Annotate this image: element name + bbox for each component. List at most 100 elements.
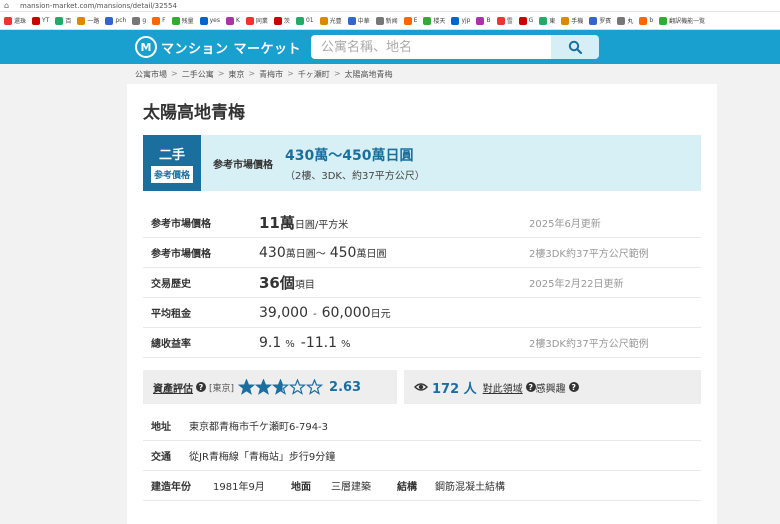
bookmark-item[interactable]: 罗賓 [589, 16, 611, 25]
breadcrumb-item[interactable]: 青梅市 [259, 69, 283, 80]
rating-stars [238, 379, 324, 395]
star-icon [272, 379, 290, 395]
bookmark-favicon-icon [319, 16, 328, 25]
bookmark-favicon-icon [245, 16, 254, 25]
bookmark-item[interactable]: B [476, 16, 491, 25]
bookmark-item[interactable]: pch [105, 16, 126, 25]
bookmark-item[interactable]: 残量 [171, 16, 194, 25]
site-logo[interactable]: M マンション マーケット [135, 36, 301, 58]
bookmark-favicon-icon [451, 16, 460, 25]
bookmark-item[interactable]: b [639, 16, 654, 25]
bookmark-favicon-icon [77, 16, 86, 25]
floors-value: 三層建築 [331, 482, 371, 493]
row-label: 總收益率 [151, 339, 191, 350]
bookmark-label: b [649, 17, 654, 24]
help-icon[interactable]: ? [196, 382, 206, 392]
bookmark-favicon-icon [32, 16, 41, 25]
home-icon[interactable]: ⌂ [4, 1, 14, 10]
views-count: 172 人 [432, 381, 477, 397]
breadcrumb-item[interactable]: 千ヶ瀬町 [298, 69, 330, 80]
bookmark-item[interactable]: 一路 [77, 16, 99, 25]
row-value: 36個 項目 [259, 274, 315, 292]
tag-reference: 参考價格 [150, 165, 193, 183]
bookmark-favicon-icon [4, 16, 12, 25]
bookmark-label: 残量 [181, 18, 194, 25]
address-value: 東京都青梅市千ケ瀬町6-794-3 [189, 422, 329, 433]
rating-region: [東京] [209, 383, 235, 394]
bookmark-label: YT [42, 17, 50, 24]
asset-rating: 資產評估 ? [東京] 2.63 [143, 370, 397, 404]
bookmark-favicon-icon [152, 16, 161, 25]
structure-label: 結構 [397, 482, 417, 493]
browser-address-bar[interactable]: ⌂ mansion-market.com/mansions/detail/325… [0, 0, 780, 12]
bookmark-item[interactable]: 百 [55, 16, 71, 25]
bookmark-item[interactable]: 新闻 [375, 16, 398, 25]
bookmark-label: G [528, 17, 534, 24]
logo-icon: M [135, 36, 157, 58]
bookmark-item[interactable]: K [225, 16, 240, 25]
bookmark-item[interactable]: 光豊 [319, 16, 342, 25]
table-row: 参考市場價格 11萬 日圓/平方米 2025年6月更新 [143, 208, 701, 238]
bookmark-label: 雪 [506, 18, 513, 25]
bookmark-item[interactable]: yes [199, 16, 220, 25]
help-icon[interactable]: ? [568, 382, 579, 392]
bookmark-item[interactable]: 同業 [245, 16, 268, 25]
page-title: 太陽高地青梅 [143, 103, 245, 123]
address-label: 地址 [151, 422, 171, 433]
bookmark-item[interactable]: 中華 [347, 16, 370, 25]
bookmark-item[interactable]: yjp [451, 16, 471, 25]
bookmark-item[interactable]: 雪 [496, 16, 513, 25]
table-row: 平均租金 39,000 - 60,000 日元 [143, 298, 701, 328]
breadcrumb-item[interactable]: 二手公寓 [182, 69, 214, 80]
bookmark-favicon-icon [347, 16, 356, 25]
bookmark-item[interactable]: 01 [295, 16, 314, 25]
help-icon[interactable]: ? [525, 382, 536, 392]
bookmark-item[interactable]: G [518, 16, 534, 25]
bookmark-item[interactable]: 翻訳機能一覧 [659, 16, 705, 25]
table-row: 参考市場價格 430 萬日圓～ 450 萬日圓 2樓3DK約37平方公尺範例 [143, 238, 701, 268]
floors-label: 地面 [291, 482, 311, 493]
price-table: 参考市場價格 11萬 日圓/平方米 2025年6月更新 参考市場價格 430 萬… [143, 208, 701, 358]
access-value: 從JR青梅線「青梅站」步行9分鐘 [189, 452, 336, 463]
views-area-link[interactable]: 對此領域 [483, 380, 523, 395]
built-label: 建造年份 [151, 482, 191, 493]
banner-price: 430萬～450萬日圓 [285, 147, 414, 164]
row-note: 2025年6月更新 [529, 219, 601, 230]
views-box: 172 人 對此領域 ? 感興趣 ? [404, 370, 701, 404]
bookmark-favicon-icon [539, 16, 548, 25]
bookmark-label: yjp [461, 17, 471, 24]
tag-type: 二手 [158, 147, 185, 163]
bookmark-item[interactable]: 丸 [617, 16, 633, 25]
breadcrumb-item[interactable]: 公寓市場 [135, 69, 167, 80]
row-label: 平均租金 [151, 309, 191, 320]
rating-link[interactable]: 資產評估 [153, 380, 193, 395]
bookmark-item[interactable]: E [403, 16, 417, 25]
bookmark-favicon-icon [617, 16, 626, 25]
bookmark-favicon-icon [589, 16, 598, 25]
banner-subtext: （2樓、3DK、約37平方公尺） [285, 170, 425, 182]
info-row: 地址 東京都青梅市千ケ瀬町6-794-3 [143, 411, 701, 441]
bookmark-label: 罗賓 [599, 18, 612, 25]
bookmark-label: 新闻 [385, 18, 398, 25]
bookmark-item[interactable]: YT [32, 16, 50, 25]
bookmark-item[interactable]: g [132, 16, 146, 25]
bookmark-item[interactable]: 楼天 [423, 16, 445, 25]
bookmark-item[interactable]: F [152, 16, 166, 25]
banner-values: 430萬～450萬日圓 （2樓、3DK、約37平方公尺） [285, 145, 425, 182]
row-label: 参考市場價格 [151, 219, 211, 230]
search-input[interactable] [311, 35, 552, 59]
search-button[interactable] [551, 35, 600, 59]
bookmark-item[interactable]: 東 [539, 16, 555, 25]
bookmark-item[interactable]: 茨 [273, 16, 290, 25]
bookmark-item[interactable]: 還珠 [4, 16, 26, 25]
bookmark-favicon-icon [639, 16, 648, 25]
row-label: 参考市場價格 [151, 249, 211, 260]
bookmark-favicon-icon [476, 16, 485, 25]
row-value: 11萬 日圓/平方米 [259, 214, 349, 232]
bookmark-favicon-icon [171, 16, 180, 25]
breadcrumb-item[interactable]: 東京 [228, 69, 244, 80]
bookmark-item[interactable]: 手機 [561, 16, 583, 25]
star-icon [289, 379, 307, 395]
views-suffix: 感興趣 [535, 383, 566, 395]
url-text[interactable]: mansion-market.com/mansions/detail/32554 [20, 2, 177, 10]
